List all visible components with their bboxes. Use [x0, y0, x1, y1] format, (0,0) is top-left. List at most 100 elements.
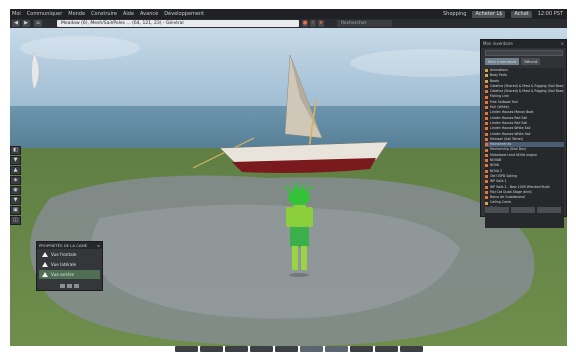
tab-recent[interactable]: Récent	[521, 58, 541, 65]
avatar-right-arm	[307, 207, 313, 227]
landmark-icon[interactable]: ●	[302, 20, 308, 27]
item-type-icon	[485, 159, 488, 163]
build-button[interactable]	[325, 346, 348, 352]
item-type-icon	[485, 169, 488, 173]
item-type-icon	[485, 106, 488, 110]
menu-help[interactable]: Aide	[123, 9, 134, 19]
purchase-button[interactable]: Achat	[511, 11, 532, 18]
map-icon[interactable]: ◈	[10, 176, 21, 185]
item-type-icon	[485, 100, 488, 104]
item-type-icon	[485, 143, 488, 147]
view-option-label: Vue arrière	[51, 272, 75, 277]
favorite-star-icon[interactable]: ★	[318, 20, 324, 27]
item-type-icon	[485, 190, 488, 194]
item-type-icon	[485, 185, 488, 189]
menu-communicate[interactable]: Communiquer	[27, 9, 63, 19]
map-button[interactable]	[375, 346, 398, 352]
inventory-add-button[interactable]	[511, 207, 535, 213]
item-type-icon	[485, 164, 488, 168]
build-icon[interactable]: ◫	[10, 216, 21, 225]
camera-view-icon	[42, 262, 48, 267]
item-type-icon	[485, 79, 488, 83]
inventory-buttons	[485, 207, 561, 213]
panel-title: PROPRIÉTÉS DE LA CAMÉ ×	[37, 242, 102, 249]
panel-title: Mon inventaire ×	[481, 40, 566, 48]
menu-world[interactable]: Monde	[68, 9, 85, 19]
location-icons: ● i ★	[302, 20, 324, 27]
view-option-front[interactable]: Vue frontale	[39, 250, 100, 259]
item-type-icon	[485, 85, 488, 89]
item-type-icon	[485, 196, 488, 200]
movement-button[interactable]	[225, 346, 248, 352]
close-icon[interactable]: ×	[97, 242, 100, 249]
bottom-toolbar	[175, 346, 423, 352]
lock-icon[interactable]	[74, 284, 79, 288]
buy-currency-button[interactable]: Acheter L$	[472, 11, 506, 18]
avatar-left-leg	[292, 246, 298, 270]
minimap-button[interactable]	[350, 346, 373, 352]
item-type-icon	[485, 175, 488, 179]
settings-icon[interactable]	[67, 284, 72, 288]
menu-advanced[interactable]: Avancé	[140, 9, 158, 19]
speak-icon[interactable]: ◧	[10, 146, 21, 155]
camera-views-panel: PROPRIÉTÉS DE LA CAMÉ × Vue frontale Vue…	[36, 241, 103, 291]
view-option-rear[interactable]: Vue arrière	[39, 270, 100, 279]
side-toolbar: ◧ ▼ ▲ ◈ ◉ ▼ ▣ ◫	[10, 146, 21, 225]
location-input[interactable]: Meadow (6), Mesh/Sail/Poles ... (64, 121…	[57, 20, 299, 27]
menu-me[interactable]: Moi	[12, 9, 21, 19]
view-option-label: Vue latérale	[51, 262, 77, 267]
inventory-button[interactable]	[400, 346, 423, 352]
item-type-icon	[485, 90, 488, 94]
panel-title-text: PROPRIÉTÉS DE LA CAMÉ	[39, 243, 88, 248]
camera-view-icon	[42, 272, 48, 277]
item-type-icon	[485, 153, 488, 157]
avatar-torso	[292, 205, 307, 229]
forward-arrow-icon[interactable]: ▶	[22, 20, 30, 27]
minimap-icon[interactable]: ◉	[10, 186, 21, 195]
inventory-filter-input[interactable]	[485, 50, 563, 56]
item-type-icon	[485, 74, 488, 78]
home-icon[interactable]: ⌂	[34, 20, 42, 27]
shopping-label[interactable]: Shopping	[443, 9, 466, 19]
view-option-label: Vue frontale	[51, 252, 77, 257]
item-type-icon	[485, 132, 488, 136]
back-arrow-icon[interactable]: ◀	[12, 20, 20, 27]
search-button[interactable]	[300, 346, 323, 352]
inventory-options-button[interactable]	[485, 207, 509, 213]
item-type-icon	[485, 116, 488, 120]
info-icon[interactable]: i	[310, 20, 316, 27]
avatar-left-arm	[286, 207, 292, 227]
reset-icon[interactable]	[60, 284, 65, 288]
people-icon[interactable]: ▼	[10, 156, 21, 165]
item-type-icon	[485, 201, 488, 205]
menu-right: Shopping Acheter L$ Achat 12:00 PST	[443, 9, 563, 19]
search-input[interactable]: Rechercher	[337, 20, 392, 27]
inventory-trash-button[interactable]	[537, 207, 561, 213]
search-icon[interactable]: ▼	[10, 196, 21, 205]
navigation-bar: ◀ ▶ ⌂ Meadow (6), Mesh/Sail/Poles ... (6…	[10, 19, 567, 28]
camera-icon[interactable]: ▲	[10, 166, 21, 175]
inventory-tabs: Mon inventaire Récent	[485, 58, 541, 65]
speak-button[interactable]	[175, 346, 198, 352]
menu-bar: Moi Communiquer Monde Construire Aide Av…	[10, 9, 567, 19]
avatar-shorts	[290, 227, 309, 247]
inventory-icon[interactable]: ▣	[10, 206, 21, 215]
avatar-hair	[288, 188, 310, 206]
camera-view-icon	[42, 252, 48, 257]
cloud	[20, 36, 140, 60]
clock-text: 12:00 PST	[537, 11, 563, 17]
item-type-icon	[485, 127, 488, 131]
gestures-button[interactable]	[200, 346, 223, 352]
panel-footer-icons	[60, 284, 79, 288]
tab-my-inventory[interactable]: Mon inventaire	[485, 58, 520, 65]
item-type-icon	[485, 111, 488, 115]
view-option-side[interactable]: Vue latérale	[39, 260, 100, 269]
item-type-icon	[485, 180, 488, 184]
menu-develop[interactable]: Développement	[164, 9, 204, 19]
close-icon[interactable]: ×	[561, 40, 564, 48]
item-type-icon	[485, 69, 488, 73]
inventory-tree[interactable]: Animations Body Parts Boats Catalina (Share…	[485, 68, 564, 228]
menu-build[interactable]: Construire	[91, 9, 117, 19]
snapshot-button[interactable]	[275, 346, 298, 352]
view-button[interactable]	[250, 346, 273, 352]
